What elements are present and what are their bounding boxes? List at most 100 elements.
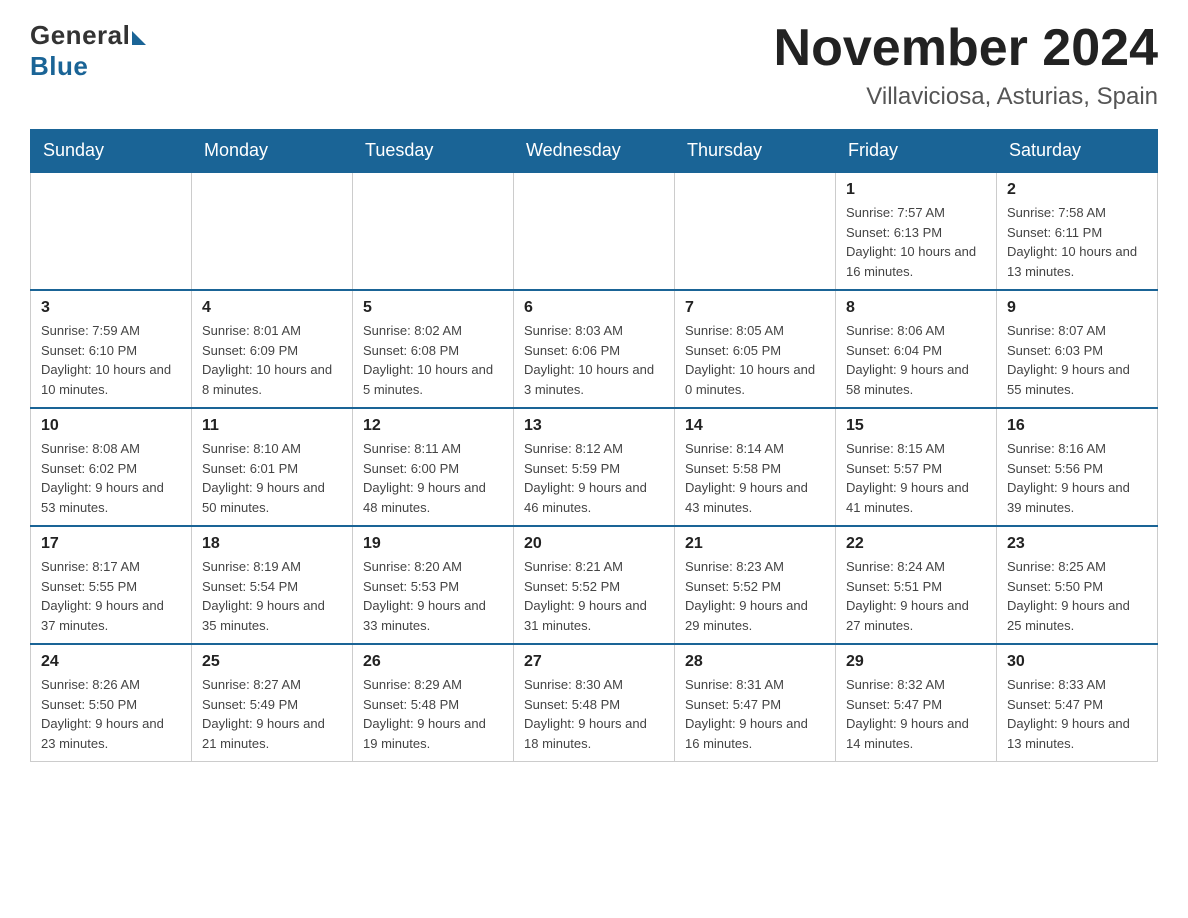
day-number: 21 bbox=[685, 535, 825, 553]
day-number: 25 bbox=[202, 653, 342, 671]
calendar-day-header: Monday bbox=[192, 130, 353, 173]
calendar-cell: 5 Sunrise: 8:02 AM Sunset: 6:08 PM Daylig… bbox=[353, 290, 514, 408]
day-info: Sunrise: 8:20 AM Sunset: 5:53 PM Dayligh… bbox=[363, 557, 503, 635]
page-header: General Blue November 2024 Villaviciosa,… bbox=[30, 20, 1158, 111]
day-info: Sunrise: 8:07 AM Sunset: 6:03 PM Dayligh… bbox=[1007, 321, 1147, 399]
calendar-header-row: SundayMondayTuesdayWednesdayThursdayFrid… bbox=[31, 130, 1158, 173]
day-number: 23 bbox=[1007, 535, 1147, 553]
day-info: Sunrise: 7:59 AM Sunset: 6:10 PM Dayligh… bbox=[41, 321, 181, 399]
day-number: 26 bbox=[363, 653, 503, 671]
day-info: Sunrise: 8:15 AM Sunset: 5:57 PM Dayligh… bbox=[846, 439, 986, 517]
day-info: Sunrise: 8:14 AM Sunset: 5:58 PM Dayligh… bbox=[685, 439, 825, 517]
day-number: 10 bbox=[41, 417, 181, 435]
day-number: 4 bbox=[202, 299, 342, 317]
calendar-cell: 10 Sunrise: 8:08 AM Sunset: 6:02 PM Dayli… bbox=[31, 408, 192, 526]
day-number: 3 bbox=[41, 299, 181, 317]
calendar-cell bbox=[675, 172, 836, 290]
day-info: Sunrise: 8:06 AM Sunset: 6:04 PM Dayligh… bbox=[846, 321, 986, 399]
day-number: 20 bbox=[524, 535, 664, 553]
logo-general-text: General bbox=[30, 20, 130, 51]
calendar-cell bbox=[31, 172, 192, 290]
day-info: Sunrise: 8:11 AM Sunset: 6:00 PM Dayligh… bbox=[363, 439, 503, 517]
day-info: Sunrise: 8:33 AM Sunset: 5:47 PM Dayligh… bbox=[1007, 675, 1147, 753]
day-number: 17 bbox=[41, 535, 181, 553]
calendar-cell: 25 Sunrise: 8:27 AM Sunset: 5:49 PM Dayli… bbox=[192, 644, 353, 762]
subtitle: Villaviciosa, Asturias, Spain bbox=[774, 83, 1158, 111]
calendar-week-row: 24Sunrise: 8:26 AM Sunset: 5:50 PM Dayli… bbox=[31, 644, 1158, 762]
day-info: Sunrise: 8:25 AM Sunset: 5:50 PM Dayligh… bbox=[1007, 557, 1147, 635]
calendar-cell: 12Sunrise: 8:11 AM Sunset: 6:00 PM Dayli… bbox=[353, 408, 514, 526]
calendar-cell: 16 Sunrise: 8:16 AM Sunset: 5:56 PM Dayli… bbox=[997, 408, 1158, 526]
day-number: 16 bbox=[1007, 417, 1147, 435]
calendar-cell: 19Sunrise: 8:20 AM Sunset: 5:53 PM Dayli… bbox=[353, 526, 514, 644]
calendar-day-header: Sunday bbox=[31, 130, 192, 173]
calendar-cell: 17 Sunrise: 8:17 AM Sunset: 5:55 PM Dayli… bbox=[31, 526, 192, 644]
day-info: Sunrise: 8:24 AM Sunset: 5:51 PM Dayligh… bbox=[846, 557, 986, 635]
calendar-cell: 11 Sunrise: 8:10 AM Sunset: 6:01 PM Dayli… bbox=[192, 408, 353, 526]
day-number: 27 bbox=[524, 653, 664, 671]
calendar-cell: 26 Sunrise: 8:29 AM Sunset: 5:48 PM Dayli… bbox=[353, 644, 514, 762]
calendar-cell: 3 Sunrise: 7:59 AM Sunset: 6:10 PM Daylig… bbox=[31, 290, 192, 408]
day-info: Sunrise: 8:23 AM Sunset: 5:52 PM Dayligh… bbox=[685, 557, 825, 635]
calendar-table: SundayMondayTuesdayWednesdayThursdayFrid… bbox=[30, 129, 1158, 762]
day-info: Sunrise: 8:05 AM Sunset: 6:05 PM Dayligh… bbox=[685, 321, 825, 399]
day-number: 6 bbox=[524, 299, 664, 317]
calendar-cell: 29 Sunrise: 8:32 AM Sunset: 5:47 PM Dayli… bbox=[836, 644, 997, 762]
calendar-cell bbox=[514, 172, 675, 290]
calendar-week-row: 3 Sunrise: 7:59 AM Sunset: 6:10 PM Daylig… bbox=[31, 290, 1158, 408]
day-number: 28 bbox=[685, 653, 825, 671]
day-info: Sunrise: 8:12 AM Sunset: 5:59 PM Dayligh… bbox=[524, 439, 664, 517]
calendar-cell: 14 Sunrise: 8:14 AM Sunset: 5:58 PM Dayli… bbox=[675, 408, 836, 526]
calendar-cell: 8 Sunrise: 8:06 AM Sunset: 6:04 PM Daylig… bbox=[836, 290, 997, 408]
day-number: 9 bbox=[1007, 299, 1147, 317]
title-area: November 2024 Villaviciosa, Asturias, Sp… bbox=[774, 20, 1158, 111]
day-number: 22 bbox=[846, 535, 986, 553]
day-info: Sunrise: 7:57 AM Sunset: 6:13 PM Dayligh… bbox=[846, 203, 986, 281]
calendar-day-header: Saturday bbox=[997, 130, 1158, 173]
calendar-day-header: Thursday bbox=[675, 130, 836, 173]
day-number: 29 bbox=[846, 653, 986, 671]
day-info: Sunrise: 8:16 AM Sunset: 5:56 PM Dayligh… bbox=[1007, 439, 1147, 517]
day-number: 2 bbox=[1007, 181, 1147, 199]
calendar-cell: 20Sunrise: 8:21 AM Sunset: 5:52 PM Dayli… bbox=[514, 526, 675, 644]
calendar-week-row: 10 Sunrise: 8:08 AM Sunset: 6:02 PM Dayli… bbox=[31, 408, 1158, 526]
calendar-week-row: 17 Sunrise: 8:17 AM Sunset: 5:55 PM Dayli… bbox=[31, 526, 1158, 644]
day-number: 8 bbox=[846, 299, 986, 317]
calendar-cell: 30Sunrise: 8:33 AM Sunset: 5:47 PM Dayli… bbox=[997, 644, 1158, 762]
day-info: Sunrise: 8:08 AM Sunset: 6:02 PM Dayligh… bbox=[41, 439, 181, 517]
calendar-cell bbox=[353, 172, 514, 290]
calendar-cell: 1 Sunrise: 7:57 AM Sunset: 6:13 PM Daylig… bbox=[836, 172, 997, 290]
day-number: 7 bbox=[685, 299, 825, 317]
day-number: 11 bbox=[202, 417, 342, 435]
calendar-cell: 18Sunrise: 8:19 AM Sunset: 5:54 PM Dayli… bbox=[192, 526, 353, 644]
calendar-cell: 4 Sunrise: 8:01 AM Sunset: 6:09 PM Daylig… bbox=[192, 290, 353, 408]
calendar-cell: 23 Sunrise: 8:25 AM Sunset: 5:50 PM Dayli… bbox=[997, 526, 1158, 644]
calendar-cell: 6 Sunrise: 8:03 AM Sunset: 6:06 PM Daylig… bbox=[514, 290, 675, 408]
day-number: 13 bbox=[524, 417, 664, 435]
calendar-cell: 9 Sunrise: 8:07 AM Sunset: 6:03 PM Daylig… bbox=[997, 290, 1158, 408]
calendar-cell: 2Sunrise: 7:58 AM Sunset: 6:11 PM Daylig… bbox=[997, 172, 1158, 290]
day-info: Sunrise: 8:27 AM Sunset: 5:49 PM Dayligh… bbox=[202, 675, 342, 753]
day-info: Sunrise: 8:17 AM Sunset: 5:55 PM Dayligh… bbox=[41, 557, 181, 635]
logo-arrow-icon bbox=[132, 31, 146, 45]
day-info: Sunrise: 8:31 AM Sunset: 5:47 PM Dayligh… bbox=[685, 675, 825, 753]
day-info: Sunrise: 8:30 AM Sunset: 5:48 PM Dayligh… bbox=[524, 675, 664, 753]
calendar-cell: 28 Sunrise: 8:31 AM Sunset: 5:47 PM Dayli… bbox=[675, 644, 836, 762]
day-info: Sunrise: 8:29 AM Sunset: 5:48 PM Dayligh… bbox=[363, 675, 503, 753]
day-info: Sunrise: 8:02 AM Sunset: 6:08 PM Dayligh… bbox=[363, 321, 503, 399]
calendar-cell: 15Sunrise: 8:15 AM Sunset: 5:57 PM Dayli… bbox=[836, 408, 997, 526]
calendar-day-header: Friday bbox=[836, 130, 997, 173]
day-info: Sunrise: 8:32 AM Sunset: 5:47 PM Dayligh… bbox=[846, 675, 986, 753]
day-info: Sunrise: 8:01 AM Sunset: 6:09 PM Dayligh… bbox=[202, 321, 342, 399]
calendar-day-header: Wednesday bbox=[514, 130, 675, 173]
logo-blue-text: Blue bbox=[30, 51, 88, 82]
day-number: 18 bbox=[202, 535, 342, 553]
day-number: 1 bbox=[846, 181, 986, 199]
day-number: 5 bbox=[363, 299, 503, 317]
calendar-week-row: 1 Sunrise: 7:57 AM Sunset: 6:13 PM Daylig… bbox=[31, 172, 1158, 290]
calendar-cell: 7 Sunrise: 8:05 AM Sunset: 6:05 PM Daylig… bbox=[675, 290, 836, 408]
day-info: Sunrise: 8:10 AM Sunset: 6:01 PM Dayligh… bbox=[202, 439, 342, 517]
day-info: Sunrise: 8:03 AM Sunset: 6:06 PM Dayligh… bbox=[524, 321, 664, 399]
day-number: 14 bbox=[685, 417, 825, 435]
day-info: Sunrise: 8:26 AM Sunset: 5:50 PM Dayligh… bbox=[41, 675, 181, 753]
